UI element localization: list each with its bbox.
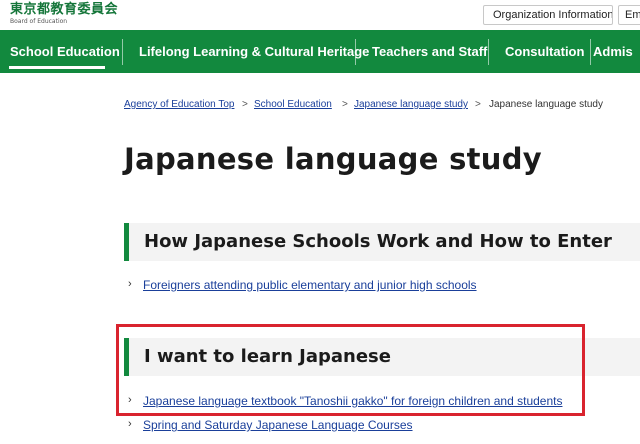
nav-item-lifelong-learning[interactable]: Lifelong Learning & Cultural Heritage (139, 30, 369, 73)
breadcrumb-link-top[interactable]: Agency of Education Top (124, 99, 234, 110)
breadcrumb-link-school-education[interactable]: School Education (254, 99, 332, 110)
section-heading-text: How Japanese Schools Work and How to Ent… (144, 231, 612, 252)
chevron-right-icon: › (128, 394, 132, 406)
link-tanoshii-gakko-textbook[interactable]: Japanese language textbook "Tanoshii gak… (143, 394, 562, 408)
main-nav: School Education Lifelong Learning & Cul… (0, 30, 640, 73)
site-header: 東京都教育委員会 Board of Education Organization… (0, 0, 640, 30)
chevron-right-icon: › (128, 278, 132, 290)
nav-divider (122, 39, 123, 65)
logo-japanese-text: 東京都教育委員会 (10, 2, 119, 17)
nav-divider (488, 39, 489, 65)
chevron-right-icon: › (128, 418, 132, 430)
organization-information-button[interactable]: Organization Information (483, 5, 613, 25)
site-logo[interactable]: 東京都教育委員会 Board of Education (10, 2, 119, 26)
section-heading-learn-japanese: I want to learn Japanese (124, 338, 640, 376)
page-title: Japanese language study (124, 142, 543, 176)
nav-item-consultation[interactable]: Consultation (505, 30, 584, 73)
link-spring-saturday-courses[interactable]: Spring and Saturday Japanese Language Co… (143, 418, 413, 432)
nav-divider (355, 39, 356, 65)
nav-active-indicator (9, 66, 105, 69)
nav-divider (590, 39, 591, 65)
link-foreigners-attending-schools[interactable]: Foreigners attending public elementary a… (143, 278, 477, 292)
breadcrumb-separator-icon: > (242, 99, 248, 110)
english-language-button[interactable]: Em (618, 5, 640, 25)
section-heading-text: I want to learn Japanese (144, 346, 391, 367)
breadcrumb-separator-icon: > (475, 99, 481, 110)
breadcrumb-link-japanese-study[interactable]: Japanese language study (354, 99, 468, 110)
breadcrumb-current: Japanese language study (489, 99, 603, 110)
section-heading-schools: How Japanese Schools Work and How to Ent… (124, 223, 640, 261)
logo-english-text: Board of Education (10, 18, 68, 25)
breadcrumb-separator-icon: > (342, 99, 348, 110)
nav-item-admissions[interactable]: Admis (593, 30, 633, 73)
nav-item-teachers-and-staff[interactable]: Teachers and Staff (372, 30, 487, 73)
